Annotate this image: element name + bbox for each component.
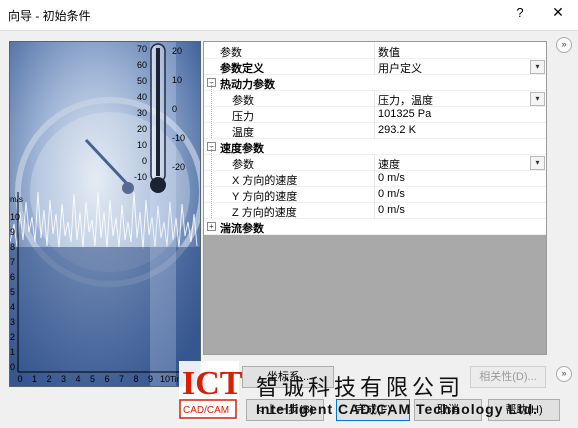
dropdown-icon[interactable]: ▾ (530, 60, 545, 74)
grid-row-velocity-param[interactable]: 参数 速度 ▾ (204, 154, 546, 171)
grid-row-vz[interactable]: Z 方向的速度 0 m/s (204, 202, 546, 219)
grid-row-thermo-param[interactable]: 参数 压力，温度 ▾ (204, 90, 546, 107)
thermo-left-tick: 20 (137, 124, 147, 134)
x-axis-label: Time, s (170, 375, 196, 384)
y-axis-tick: 3 (10, 317, 15, 327)
help-icon[interactable]: ? (512, 5, 528, 23)
y-axis-unit: m/s (10, 195, 23, 204)
thermo-left-tick: 10 (137, 140, 147, 150)
dropdown-icon[interactable]: ▾ (530, 92, 545, 106)
row-value[interactable]: 0 m/s (378, 204, 405, 216)
expand-panel-icon[interactable]: » (556, 366, 572, 382)
thermo-left-tick: 40 (137, 92, 147, 102)
grid-row-temperature[interactable]: 温度 293.2 K (204, 122, 546, 139)
illustration-graphic: 706050403020100-10 20100-10-20 109876543… (10, 42, 200, 386)
y-axis-tick: 0 (10, 362, 15, 372)
cancel-button[interactable]: 取消 (414, 399, 482, 421)
grid-section-thermo[interactable]: − 热动力参数 (204, 74, 546, 91)
grid-header-row: 参数 数值 (204, 42, 546, 59)
x-axis-tick: 5 (90, 374, 95, 384)
x-axis-tick: 9 (148, 374, 153, 384)
grid-row-param-def[interactable]: 参数定义 用户定义 ▾ (204, 58, 546, 75)
x-axis-tick: 10 (160, 374, 170, 384)
y-axis-tick: 7 (10, 257, 15, 267)
x-axis-tick: 3 (61, 374, 66, 384)
grid-row-pressure[interactable]: 压力 101325 Pa (204, 106, 546, 123)
dropdown-icon[interactable]: ▾ (530, 156, 545, 170)
grid-empty-area (204, 235, 546, 354)
thermo-left-tick: 30 (137, 108, 147, 118)
row-value[interactable]: 101325 Pa (378, 108, 431, 120)
wizard-illustration: 70 60 50 40 30 20 10 0 -10 20 10 0 -10 -20 10 9 8 7 6 5 4 3… (9, 41, 201, 387)
y-axis-tick: 5 (10, 287, 15, 297)
title-bar: 向导 - 初始条件 ? ✕ (0, 0, 578, 31)
tree-guide (211, 146, 213, 218)
y-axis-tick: 8 (10, 242, 15, 252)
row-value[interactable]: 0 m/s (378, 172, 405, 184)
tree-guide (211, 82, 213, 138)
row-value[interactable]: 293.2 K (378, 124, 416, 136)
thermo-right-tick: 20 (172, 46, 182, 56)
logo-sub: CAD/CAM (183, 405, 229, 416)
x-axis-tick: 2 (46, 374, 51, 384)
back-button[interactable]: < 上一步(B) (246, 399, 324, 421)
thermo-left-tick: -10 (134, 172, 147, 182)
y-axis-tick: 10 (10, 212, 20, 222)
grid-section-turbulence[interactable]: + 湍流参数 (204, 218, 546, 235)
thermo-left-tick: 50 (137, 76, 147, 86)
x-axis-tick: 0 (17, 374, 22, 384)
x-axis-tick: 6 (104, 374, 109, 384)
y-axis-tick: 1 (10, 347, 15, 357)
grid-row-vy[interactable]: Y 方向的速度 0 m/s (204, 186, 546, 203)
window-title: 向导 - 初始条件 (8, 9, 91, 23)
finish-button[interactable]: 完成(F) (336, 399, 410, 421)
section-title: 湍流参数 (220, 223, 264, 235)
x-axis-tick: 8 (133, 374, 138, 384)
dependency-button[interactable]: 相关性(D)... (470, 366, 546, 388)
y-axis-tick: 4 (10, 302, 15, 312)
row-value[interactable]: 0 m/s (378, 188, 405, 200)
grid-row-vx[interactable]: X 方向的速度 0 m/s (204, 170, 546, 187)
expand-icon[interactable]: + (207, 222, 216, 231)
thermo-left-tick: 0 (142, 156, 147, 166)
thermo-left-tick: 60 (137, 60, 147, 70)
y-axis-tick: 2 (10, 332, 15, 342)
x-axis-tick: 1 (32, 374, 37, 384)
x-axis-tick: 4 (75, 374, 80, 384)
thermo-left-tick: 70 (137, 44, 147, 54)
help-button[interactable]: 帮助(H) (488, 399, 560, 421)
x-axis-tick: 7 (119, 374, 124, 384)
thermo-right-tick: -20 (172, 162, 185, 172)
y-axis-tick: 6 (10, 272, 15, 282)
y-axis-tick: 9 (10, 227, 15, 237)
thermo-right-tick: -10 (172, 133, 185, 143)
grid-section-velocity[interactable]: − 速度参数 (204, 138, 546, 155)
thermo-right-tick: 10 (172, 75, 182, 85)
property-grid: 参数 数值 参数定义 用户定义 ▾ − 热动力参数 参数 压力，温度 ▾ 压力 … (203, 41, 547, 355)
thermo-right-tick: 0 (172, 104, 177, 114)
expand-panel-icon[interactable]: » (556, 37, 572, 53)
close-icon[interactable]: ✕ (548, 4, 568, 24)
coord-system-button[interactable]: 坐标系... (242, 366, 334, 388)
